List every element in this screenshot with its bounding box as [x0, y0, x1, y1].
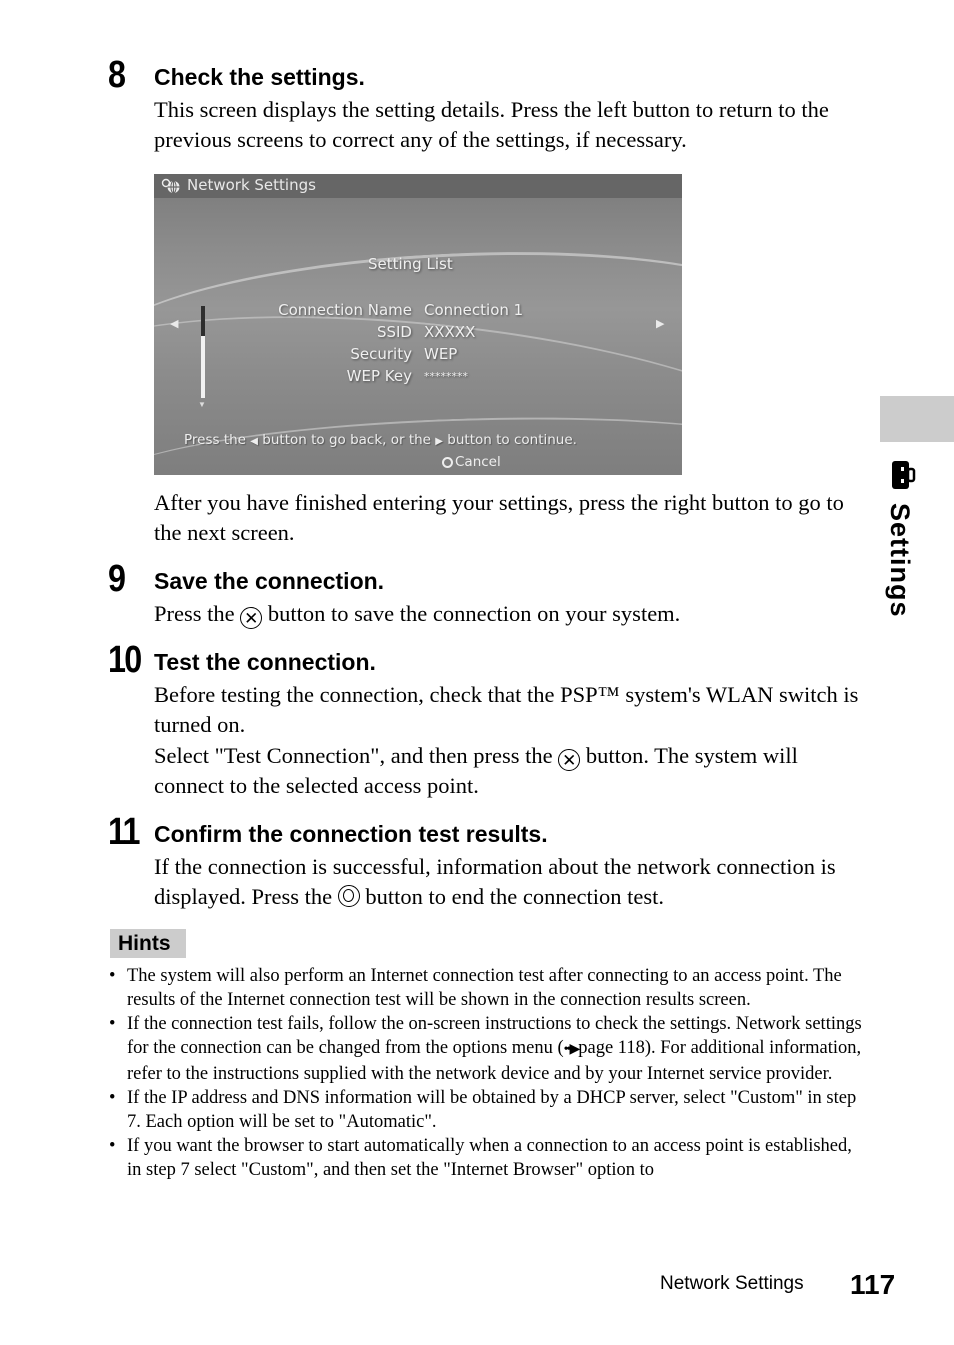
circle-button-icon	[337, 885, 360, 907]
hint-item: If the connection test fails, follow the…	[107, 1012, 867, 1086]
chapter-tab	[880, 396, 954, 442]
text: Select "Test Connection", and then press…	[154, 743, 553, 768]
step-description: Before testing the connection, check tha…	[154, 682, 859, 737]
text: button to end the connection test.	[365, 884, 665, 909]
scrollbar[interactable]	[201, 306, 205, 398]
text: Press the	[154, 601, 235, 626]
cross-button-icon: ✕	[240, 607, 263, 629]
right-arrow-icon[interactable]: ▶	[656, 317, 664, 330]
text: button to save the connection on your sy…	[267, 601, 681, 626]
step-number: 11	[108, 811, 140, 853]
hint-text: button to continue.	[447, 432, 577, 448]
network-globe-icon	[161, 178, 180, 194]
hint-item: If you want the browser to start automat…	[107, 1134, 867, 1182]
toolbox-icon	[892, 461, 916, 489]
cancel-button[interactable]: Cancel	[442, 454, 501, 470]
network-settings-screenshot: Network Settings Setting List Connection…	[154, 174, 682, 475]
screen-header: Network Settings	[154, 174, 682, 198]
setting-label: WEP Key	[346, 367, 412, 385]
scroll-down-icon: ▼	[198, 400, 206, 409]
setting-list-title: Setting List	[368, 255, 453, 273]
hint-text: Press the	[184, 432, 246, 448]
step-description: If the connection is successful, informa…	[154, 852, 864, 912]
setting-label: Connection Name	[278, 301, 412, 319]
step-title: Confirm the connection test results.	[154, 821, 548, 847]
setting-label: SSID	[376, 323, 412, 341]
circle-button-icon	[442, 457, 453, 468]
hints-label: Hints	[110, 929, 186, 958]
step-number: 8	[108, 54, 126, 96]
step-number: 10	[108, 639, 142, 681]
navigation-hint: Press the ◀ button to go back, or the ▶ …	[184, 432, 577, 448]
page-reference-icon: ••▶	[563, 1042, 581, 1057]
cancel-label: Cancel	[455, 454, 501, 470]
left-button-icon: ◀	[250, 436, 258, 447]
hints-list: The system will also perform an Internet…	[107, 964, 867, 1182]
hint-text: button to go back, or the	[262, 432, 431, 448]
step-followup-text: After you have finished entering your se…	[154, 490, 844, 545]
setting-value: ********	[424, 370, 468, 383]
footer-section-title: Network Settings	[660, 1273, 804, 1294]
scrollbar-thumb[interactable]	[201, 336, 205, 398]
hint-item: If the IP address and DNS information wi…	[107, 1086, 867, 1134]
screen-title: Network Settings	[187, 176, 316, 194]
setting-value: XXXXX	[424, 323, 476, 341]
chapter-label: Settings	[885, 503, 915, 618]
left-arrow-icon[interactable]: ◀	[170, 317, 178, 330]
hint-item: The system will also perform an Internet…	[107, 964, 867, 1012]
step-title: Save the connection.	[154, 568, 385, 594]
cross-button-icon: ✕	[558, 749, 581, 771]
step-number: 9	[108, 558, 126, 600]
step-description: Select "Test Connection", and then press…	[154, 741, 864, 801]
right-button-icon: ▶	[435, 436, 443, 447]
page-number: 117	[850, 1269, 896, 1300]
setting-value: Connection 1	[424, 301, 524, 319]
setting-value: WEP	[424, 345, 458, 363]
step-title: Test the connection.	[154, 649, 376, 675]
step-title: Check the settings.	[154, 64, 365, 90]
step-description: Press the ✕ button to save the connectio…	[154, 599, 864, 629]
step-description: This screen displays the setting details…	[154, 97, 829, 152]
setting-label: Security	[350, 345, 412, 363]
